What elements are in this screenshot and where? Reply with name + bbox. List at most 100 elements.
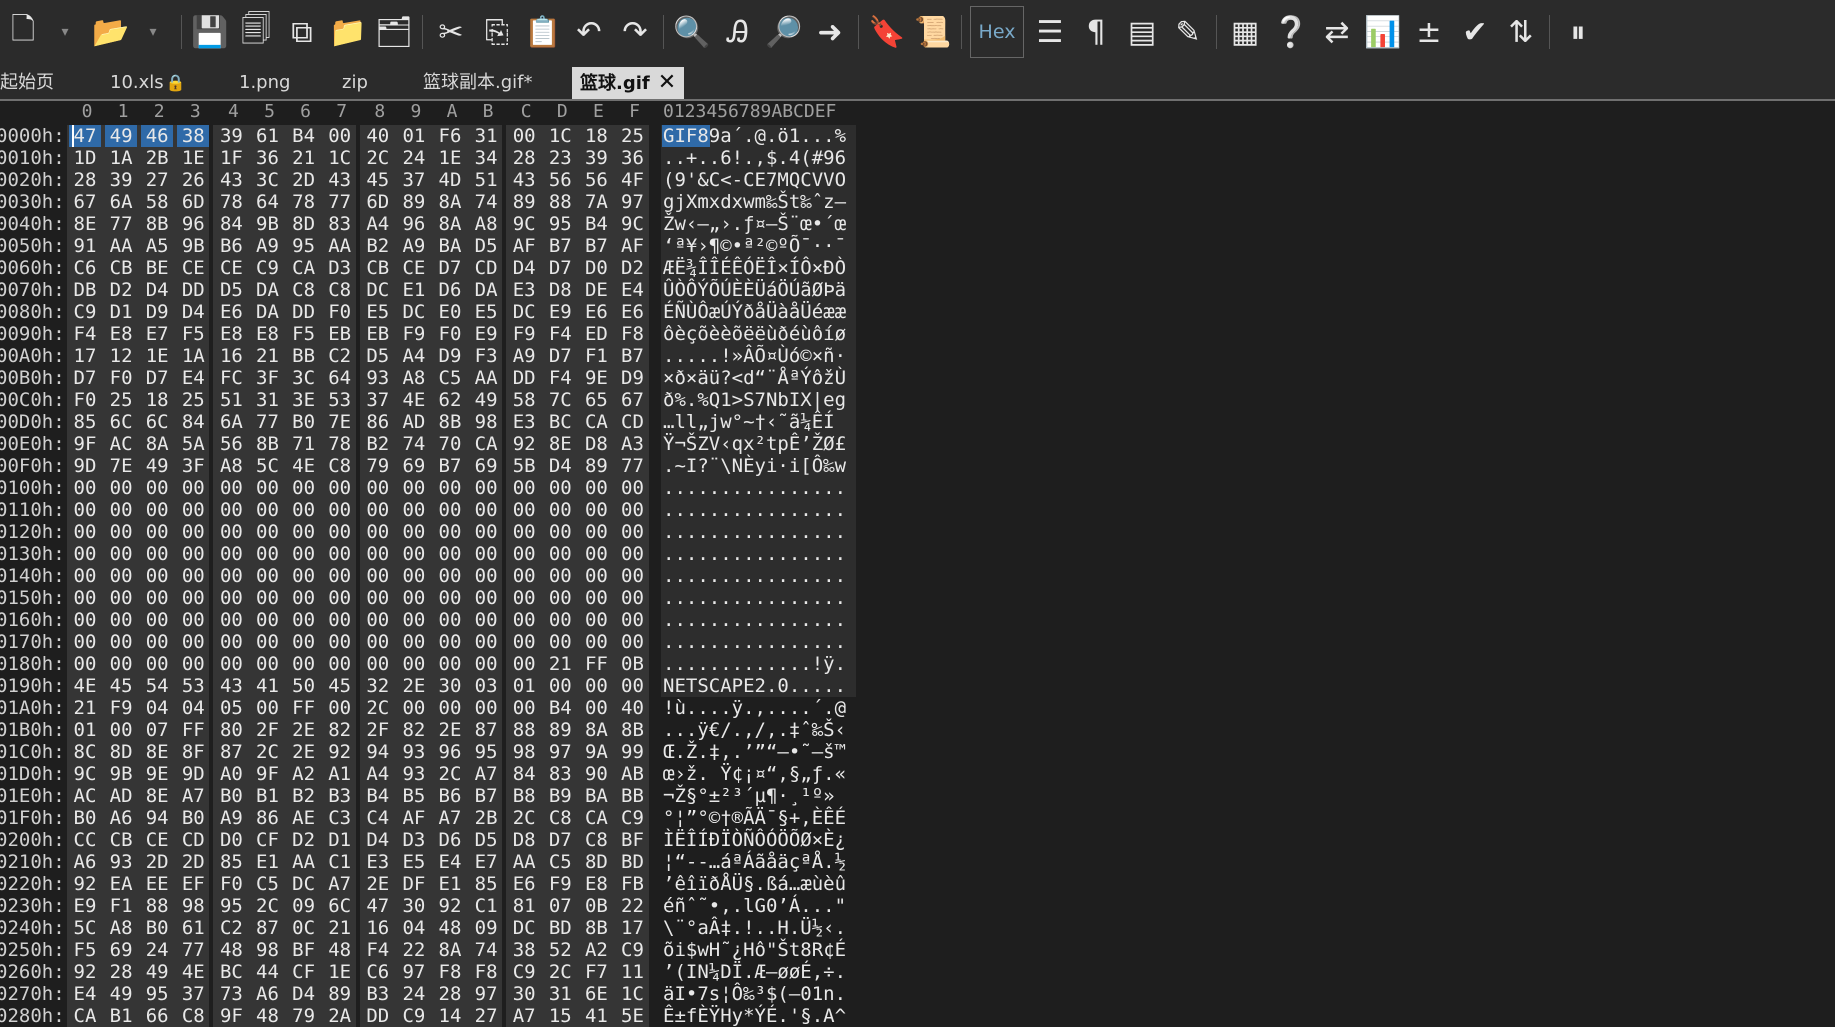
hex-byte[interactable]: F8 xyxy=(617,323,649,345)
hex-byte[interactable]: 00 xyxy=(141,609,173,631)
hex-byte[interactable]: C1 xyxy=(470,895,502,917)
hex-byte[interactable]: 30 xyxy=(434,675,466,697)
hex-byte[interactable]: 81 xyxy=(508,895,540,917)
hex-byte[interactable]: 00 xyxy=(324,521,356,543)
hex-byte[interactable]: 00 xyxy=(362,653,394,675)
chevron-down-icon[interactable]: ▾ xyxy=(130,9,176,55)
hex-byte[interactable]: 00 xyxy=(69,499,101,521)
hex-byte[interactable]: 2C xyxy=(434,763,466,785)
ascii-row[interactable]: ...ÿ€/.‚/‚.‡ˆ‰Š‹ xyxy=(663,719,846,741)
ascii-row[interactable]: ¬­Ž§°±²³´µ¶·¸¹º» xyxy=(663,785,835,807)
ascii-row[interactable]: °¦”°©†®ÃÄ¯§+,ÈÊÉ xyxy=(663,807,846,829)
hex-byte[interactable]: 21 xyxy=(544,653,576,675)
hex-byte[interactable]: 00 xyxy=(69,609,101,631)
hex-byte[interactable]: 00 xyxy=(580,543,612,565)
hex-byte[interactable]: 95 xyxy=(470,741,502,763)
hex-byte[interactable]: D5 xyxy=(470,235,502,257)
hex-byte[interactable]: F8 xyxy=(434,961,466,983)
ascii-row[interactable]: ................ xyxy=(663,587,846,609)
hex-byte[interactable]: 00 xyxy=(470,587,502,609)
hex-byte[interactable]: 00 xyxy=(434,697,466,719)
hex-byte[interactable]: 21 xyxy=(288,147,320,169)
hex-byte[interactable]: 22 xyxy=(617,895,649,917)
hex-byte[interactable]: 8D xyxy=(580,851,612,873)
hex-byte[interactable]: 77 xyxy=(105,213,137,235)
hex-byte[interactable]: 98 xyxy=(252,939,284,961)
hex-byte[interactable]: C3 xyxy=(324,807,356,829)
plus-minus-icon[interactable]: ± xyxy=(1406,9,1452,55)
hex-byte[interactable]: 00 xyxy=(544,587,576,609)
cut-icon[interactable]: ✂ xyxy=(428,9,474,55)
hex-byte[interactable]: D8 xyxy=(544,279,576,301)
hex-byte[interactable]: 74 xyxy=(470,939,502,961)
hex-byte[interactable]: 09 xyxy=(470,917,502,939)
hex-byte[interactable]: F1 xyxy=(105,895,137,917)
hex-byte[interactable]: 83 xyxy=(544,763,576,785)
hex-byte[interactable]: 00 xyxy=(362,499,394,521)
hex-byte[interactable]: DB xyxy=(69,279,101,301)
hex-byte[interactable]: 21 xyxy=(252,345,284,367)
hex-byte[interactable]: A9 xyxy=(215,807,247,829)
hex-byte[interactable]: AC xyxy=(69,785,101,807)
hex-byte[interactable]: 28 xyxy=(105,961,137,983)
hex-byte[interactable]: 00 xyxy=(69,521,101,543)
hex-byte[interactable]: 2D xyxy=(288,169,320,191)
hex-byte[interactable]: 54 xyxy=(141,675,173,697)
hex-byte[interactable]: B4 xyxy=(580,213,612,235)
hex-byte[interactable]: AB xyxy=(617,763,649,785)
hex-byte[interactable]: D7 xyxy=(544,345,576,367)
hex-byte[interactable]: 39 xyxy=(215,125,247,147)
hex-byte[interactable]: 00 xyxy=(398,697,430,719)
hex-byte[interactable]: 00 xyxy=(105,521,137,543)
hex-byte[interactable]: 2E xyxy=(362,873,394,895)
hex-byte[interactable]: E5 xyxy=(398,851,430,873)
hex-byte[interactable]: 2E xyxy=(434,719,466,741)
calculator-icon[interactable]: ▦ xyxy=(1222,9,1268,55)
hex-byte[interactable]: E9 xyxy=(544,301,576,323)
hex-byte[interactable]: 45 xyxy=(105,675,137,697)
hex-byte[interactable]: B7 xyxy=(580,235,612,257)
hex-byte[interactable]: DA xyxy=(252,301,284,323)
hex-byte[interactable]: F7 xyxy=(580,961,612,983)
hex-byte[interactable]: 00 xyxy=(141,653,173,675)
hex-byte[interactable]: 00 xyxy=(398,609,430,631)
hex-byte[interactable]: CF xyxy=(252,829,284,851)
hex-byte[interactable]: 07 xyxy=(141,719,173,741)
hex-byte[interactable]: E5 xyxy=(362,301,394,323)
hex-byte[interactable]: 99 xyxy=(617,741,649,763)
hex-byte[interactable]: 77 xyxy=(617,455,649,477)
hex-byte[interactable]: A7 xyxy=(434,807,466,829)
hex-byte[interactable]: 00 xyxy=(288,653,320,675)
hex-byte[interactable]: CA xyxy=(288,257,320,279)
tab-basketball-gif[interactable]: 篮球.gif ✕ xyxy=(572,67,685,99)
hex-byte[interactable]: 00 xyxy=(215,631,247,653)
hex-byte[interactable]: 58 xyxy=(141,191,173,213)
hex-byte[interactable]: F9 xyxy=(544,873,576,895)
hex-byte[interactable]: D7 xyxy=(69,367,101,389)
hex-byte[interactable]: 27 xyxy=(141,169,173,191)
hex-byte[interactable]: 5A xyxy=(177,433,209,455)
hex-byte[interactable]: 00 xyxy=(105,543,137,565)
hex-byte[interactable]: E6 xyxy=(508,873,540,895)
hex-byte[interactable]: 39 xyxy=(580,147,612,169)
hex-byte[interactable]: E3 xyxy=(508,279,540,301)
hex-byte[interactable]: 00 xyxy=(105,499,137,521)
hex-byte[interactable]: F4 xyxy=(362,939,394,961)
hex-byte[interactable]: 18 xyxy=(141,389,173,411)
hex-byte[interactable]: B0 xyxy=(177,807,209,829)
hex-byte[interactable]: CA xyxy=(470,433,502,455)
hex-byte[interactable]: E6 xyxy=(617,301,649,323)
hex-byte[interactable]: 48 xyxy=(434,917,466,939)
hex-byte[interactable]: 1A xyxy=(177,345,209,367)
hex-byte[interactable]: 38 xyxy=(177,125,210,147)
hex-byte[interactable]: B0 xyxy=(288,411,320,433)
hex-byte[interactable]: 00 xyxy=(398,587,430,609)
hex-byte[interactable]: C5 xyxy=(434,367,466,389)
ascii-row[interactable]: ................ xyxy=(663,499,846,521)
hex-byte[interactable]: C9 xyxy=(398,1005,430,1027)
hex-byte[interactable]: E7 xyxy=(470,851,502,873)
hex-byte[interactable]: F1 xyxy=(580,345,612,367)
hex-byte[interactable]: 00 xyxy=(508,499,540,521)
hex-byte[interactable]: 00 xyxy=(398,477,430,499)
hex-byte[interactable]: 00 xyxy=(69,631,101,653)
